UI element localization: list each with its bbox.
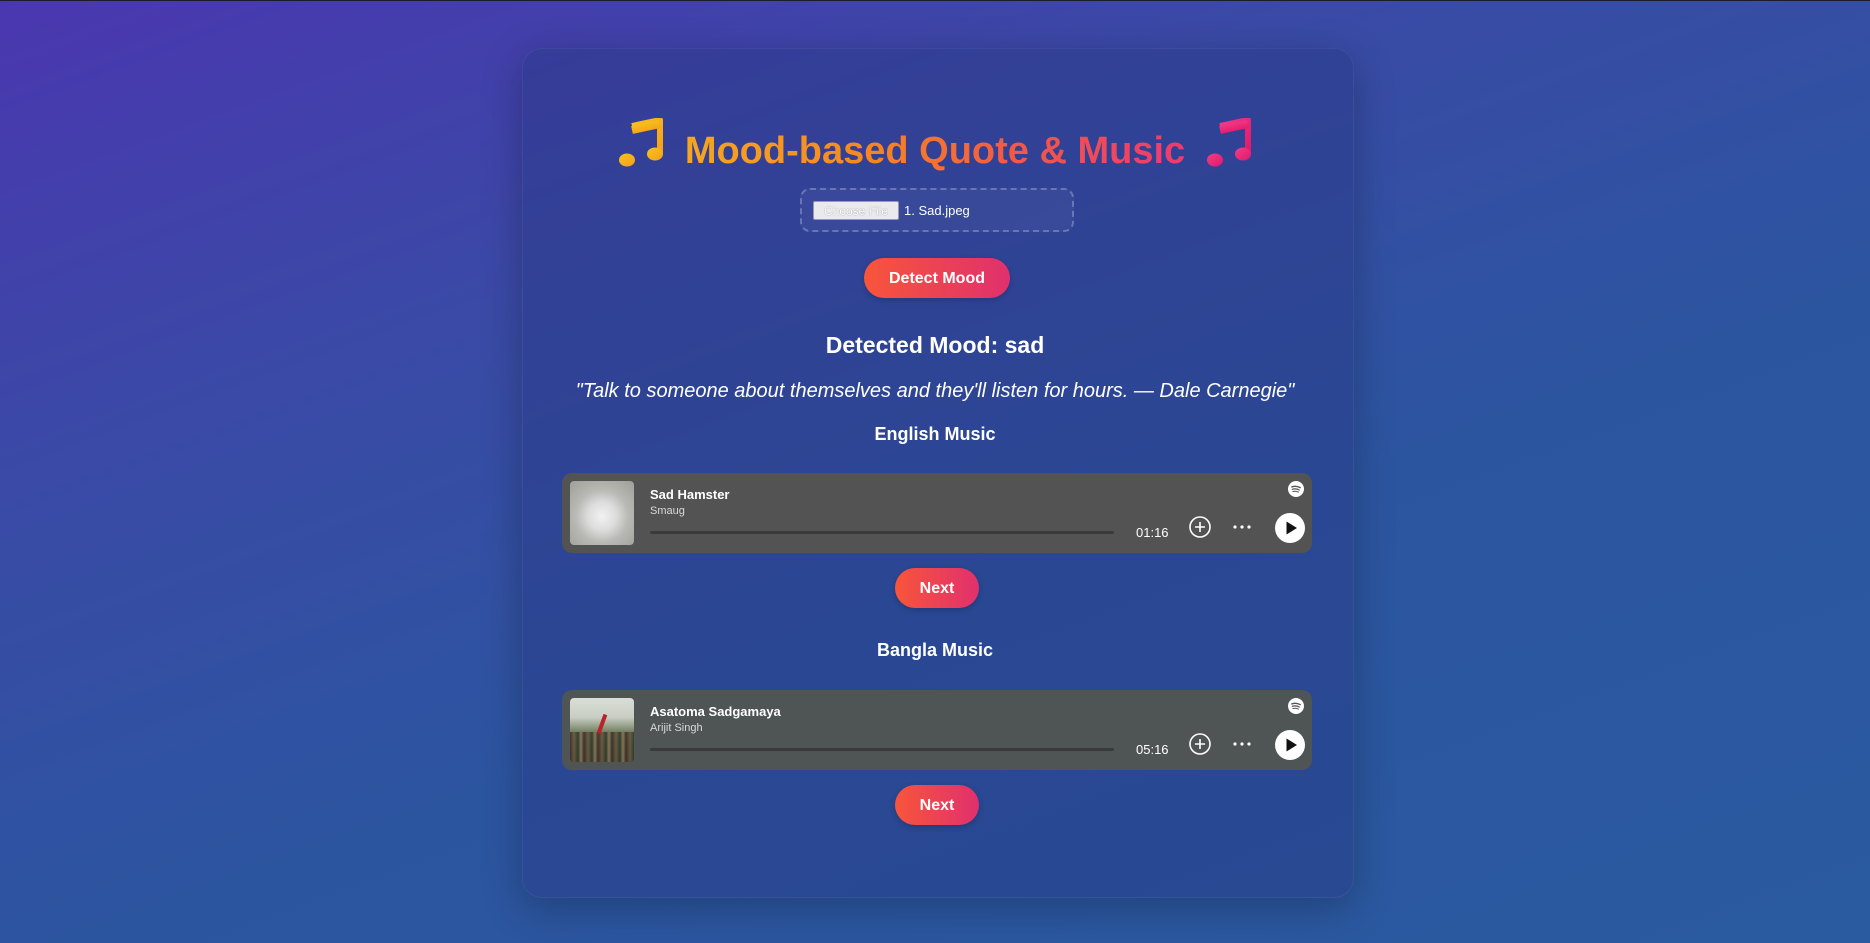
spotify-logo-icon[interactable] bbox=[1288, 481, 1304, 497]
track-duration: 05:16 bbox=[1136, 742, 1169, 757]
track-title[interactable]: Sad Hamster bbox=[650, 487, 729, 503]
window-top-border bbox=[0, 0, 1870, 1]
play-icon[interactable] bbox=[1275, 513, 1305, 543]
detect-mood-button[interactable]: Detect Mood bbox=[864, 258, 1010, 298]
title-text: Mood-based Quote & Music bbox=[684, 129, 1186, 172]
track-duration: 01:16 bbox=[1136, 525, 1169, 540]
track-title[interactable]: Asatoma Sadgamaya bbox=[650, 704, 781, 720]
selected-file-name: 1. Sad.jpeg bbox=[904, 203, 970, 218]
spotify-logo-icon[interactable] bbox=[1288, 698, 1304, 714]
next-bangla-button[interactable]: Next bbox=[895, 785, 979, 825]
file-upload-box[interactable]: Choose File 1. Sad.jpeg bbox=[800, 188, 1074, 232]
cover-art-crowd bbox=[570, 732, 634, 762]
mood-quote: "Talk to someone about themselves and th… bbox=[575, 380, 1295, 402]
next-english-button[interactable]: Next bbox=[895, 568, 979, 608]
track-artist[interactable]: Arijit Singh bbox=[650, 721, 703, 735]
progress-bar[interactable] bbox=[650, 531, 1114, 534]
english-music-heading: English Music bbox=[874, 424, 996, 444]
add-to-library-icon[interactable] bbox=[1188, 515, 1212, 539]
page-title: Mood-based Quote & Music bbox=[0, 117, 1870, 183]
more-options-icon[interactable] bbox=[1231, 733, 1253, 755]
bangla-music-heading: Bangla Music bbox=[876, 640, 994, 660]
spotify-player-bangla[interactable]: Asatoma Sadgamaya Arijit Singh 05:16 bbox=[562, 690, 1312, 770]
album-cover[interactable] bbox=[570, 698, 634, 762]
progress-bar[interactable] bbox=[650, 748, 1114, 751]
track-artist[interactable]: Smaug bbox=[650, 504, 685, 518]
music-note-icon bbox=[618, 117, 664, 183]
detected-mood-heading: Detected Mood: sad bbox=[825, 332, 1045, 358]
spotify-player-english[interactable]: Sad Hamster Smaug 01:16 bbox=[562, 473, 1312, 553]
choose-file-button[interactable]: Choose File bbox=[813, 201, 899, 220]
music-note-icon bbox=[1206, 117, 1252, 183]
add-to-library-icon[interactable] bbox=[1188, 732, 1212, 756]
play-icon[interactable] bbox=[1275, 730, 1305, 760]
more-options-icon[interactable] bbox=[1231, 516, 1253, 538]
album-cover[interactable] bbox=[570, 481, 634, 545]
